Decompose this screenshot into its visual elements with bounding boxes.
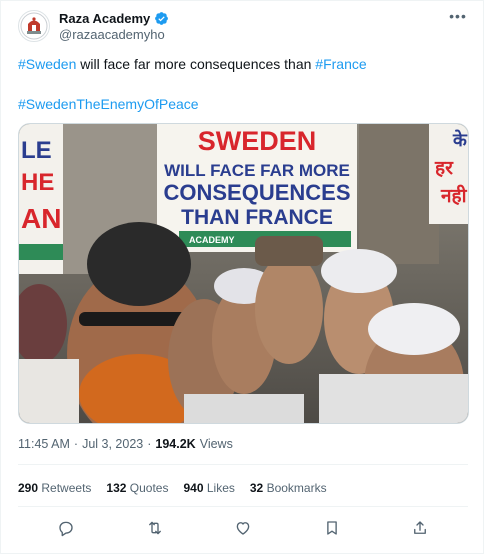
banner-footer: ACADEMY: [189, 235, 235, 245]
tweet-meta: 11:45 AM · Jul 3, 2023 · 194.2K Views: [18, 437, 233, 451]
academy-logo-icon: [20, 12, 48, 40]
quotes-label: Quotes: [129, 481, 169, 495]
retweet-button[interactable]: [143, 516, 167, 540]
author-name-row[interactable]: Raza Academy: [59, 9, 169, 27]
right-sign-text-1: के: [452, 129, 468, 150]
verified-badge-icon: [155, 11, 169, 25]
banner-line-3: CONSEQUENCES: [163, 180, 350, 205]
protest-photo: LE HE AN SWEDEN WILL FACE FAR MORE CONSE…: [19, 124, 468, 423]
stat-likes[interactable]: 940 Likes: [183, 481, 234, 495]
bookmarks-label: Bookmarks: [266, 481, 327, 495]
retweet-icon: [148, 521, 161, 535]
engagement-stats: 290 Retweets 132 Quotes 940 Likes 32 Boo…: [18, 481, 327, 495]
share-button[interactable]: [408, 516, 432, 540]
like-button[interactable]: [231, 516, 255, 540]
tweet-time[interactable]: 11:45 AM: [18, 437, 70, 451]
reply-icon: [59, 521, 73, 537]
banner-line-4: THAN FRANCE: [181, 206, 333, 229]
left-sign-text-3: AN: [21, 203, 61, 234]
tweet-photo[interactable]: LE HE AN SWEDEN WILL FACE FAR MORE CONSE…: [18, 123, 469, 424]
tweet-text-middle: will face far more consequences than: [76, 56, 316, 72]
tweet-date[interactable]: Jul 3, 2023: [82, 437, 143, 451]
views-label: Views: [199, 437, 233, 451]
meta-separator: ·: [73, 437, 79, 451]
right-sign-text-3: नही: [440, 184, 468, 207]
left-sign-text-1: LE: [21, 137, 52, 164]
views-count: 194.2K: [155, 437, 196, 451]
hashtag-sweden[interactable]: #Sweden: [18, 56, 76, 72]
hashtag-france[interactable]: #France: [315, 56, 366, 72]
more-icon[interactable]: •••: [448, 8, 468, 26]
tweet-text-line-2: #SwedenTheEnemyOfPeace: [18, 95, 199, 113]
banner-line-1: SWEDEN: [198, 126, 317, 156]
share-icon: [414, 521, 426, 534]
avatar[interactable]: [18, 10, 50, 42]
meta-separator: ·: [147, 437, 152, 451]
reply-button[interactable]: [54, 516, 78, 540]
hashtag-sweden-enemy-of-peace[interactable]: #SwedenTheEnemyOfPeace: [18, 96, 199, 112]
left-sign-text-2: HE: [21, 169, 54, 196]
right-sign-text-2: हर: [434, 158, 454, 179]
divider: [18, 506, 468, 507]
author-handle[interactable]: @razaacademyho: [59, 27, 165, 42]
tweet-text-line-1: #Sweden will face far more consequences …: [18, 55, 367, 73]
author-display-name[interactable]: Raza Academy: [59, 11, 150, 26]
banner-line-2: WILL FACE FAR MORE: [164, 161, 350, 180]
stat-retweets[interactable]: 290 Retweets: [18, 481, 91, 495]
likes-count: 940: [183, 481, 204, 495]
stat-quotes[interactable]: 132 Quotes: [106, 481, 168, 495]
retweets-count: 290: [18, 481, 39, 495]
bookmark-icon: [326, 521, 337, 535]
retweets-label: Retweets: [41, 481, 92, 495]
likes-label: Likes: [206, 481, 235, 495]
divider: [18, 464, 468, 465]
bookmarks-count: 32: [249, 481, 264, 495]
tweet-actions: [18, 516, 468, 540]
bookmark-button[interactable]: [320, 516, 344, 540]
heart-icon: [236, 522, 250, 535]
quotes-count: 132: [106, 481, 127, 495]
stat-bookmarks[interactable]: 32 Bookmarks: [250, 481, 327, 495]
